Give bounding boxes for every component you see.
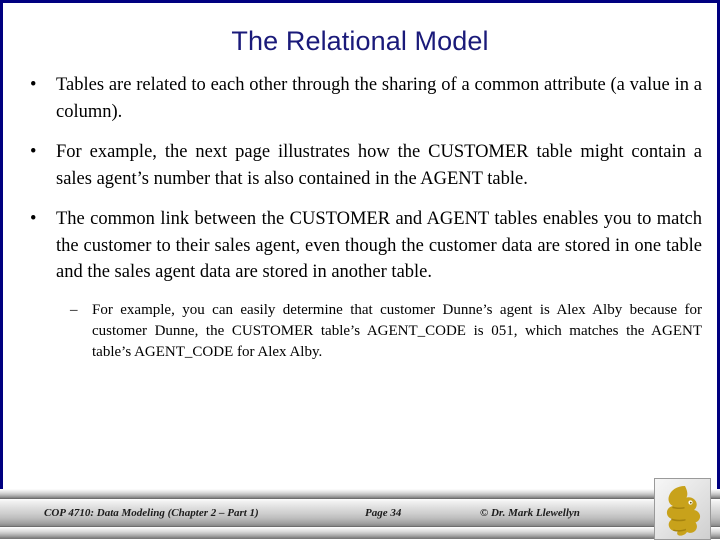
footer-strip-bottom <box>0 527 720 538</box>
bullet-marker-icon: • <box>30 209 37 229</box>
bullet-item-2: • For example, the next page illustrates… <box>18 139 702 192</box>
bullet-text-3: The common link between the CUSTOMER and… <box>56 209 702 282</box>
footer-divider-middle <box>0 526 720 527</box>
footer-text-row: COP 4710: Data Modeling (Chapter 2 – Par… <box>0 499 660 526</box>
footer-credit-label: © Dr. Mark Llewellyn <box>480 506 580 519</box>
bullet-item-3: • The common link between the CUSTOMER a… <box>18 206 702 286</box>
slide-title: The Relational Model <box>231 26 489 56</box>
bullet-item-1: • Tables are related to each other throu… <box>18 72 702 125</box>
footer-page-number: Page 34 <box>365 506 402 519</box>
bullet-text-1: Tables are related to each other through… <box>56 75 702 122</box>
slide-body: • Tables are related to each other throu… <box>18 72 702 363</box>
ucf-pegasus-logo <box>654 478 711 540</box>
sub-bullet-text-1: For example, you can easily determine th… <box>92 301 702 360</box>
bullet-marker-icon: • <box>30 75 37 95</box>
bullet-text-2: For example, the next page illustrates h… <box>56 142 702 189</box>
sub-bullet-item-1: – For example, you can easily determine … <box>18 300 702 363</box>
slide-footer: COP 4710: Data Modeling (Chapter 2 – Par… <box>0 489 720 540</box>
footer-course-label: COP 4710: Data Modeling (Chapter 2 – Par… <box>44 506 259 519</box>
dash-marker-icon: – <box>70 301 78 318</box>
footer-divider-bottom <box>0 538 720 539</box>
slide: The Relational Model • Tables are relate… <box>0 0 720 540</box>
footer-strip-top <box>0 489 720 498</box>
bullet-marker-icon: • <box>30 142 37 162</box>
